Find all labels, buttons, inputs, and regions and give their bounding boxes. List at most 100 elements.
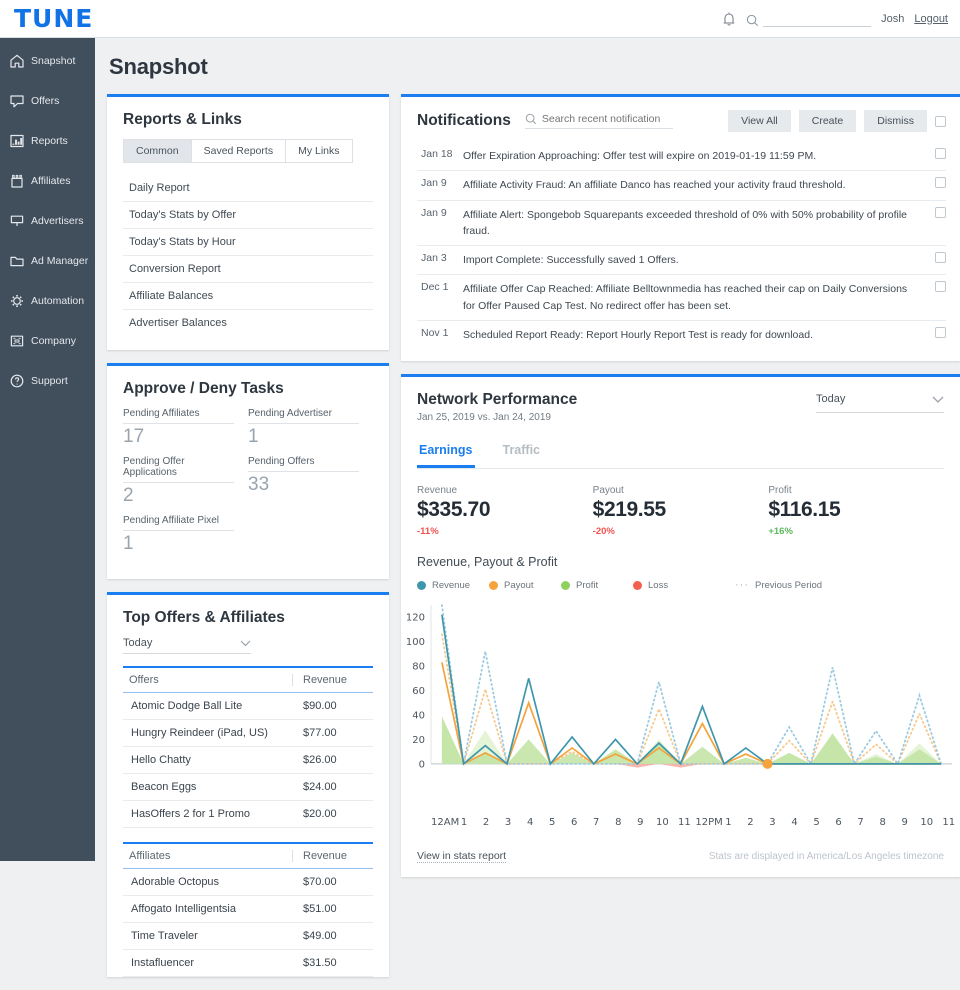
row-revenue: $26.00: [303, 754, 337, 766]
tune-logo[interactable]: TUNE: [0, 6, 95, 31]
table-row[interactable]: Atomic Dodge Ball Lite $90.00: [123, 693, 373, 720]
x-tick-label: 5: [548, 817, 556, 829]
report-link[interactable]: Affiliate Balances: [123, 283, 373, 310]
dotted-line-icon: ···: [735, 579, 749, 592]
reports-tab-my-links[interactable]: My Links: [285, 139, 353, 163]
main-content: Snapshot Reports & Links Common Saved Rep…: [95, 38, 960, 977]
network-performance-subtitle: Jan 25, 2019 vs. Jan 24, 2019: [417, 412, 551, 424]
sidebar-item-affiliates[interactable]: Affiliates: [0, 166, 95, 196]
x-tick-label: 1: [460, 817, 468, 829]
network-performance-card: Network Performance Jan 25, 2019 vs. Jan…: [401, 374, 960, 878]
notification-checkbox[interactable]: [935, 252, 946, 264]
notifications-title: Notifications: [417, 112, 511, 129]
sidebar-item-ad-manager[interactable]: Ad Manager: [0, 246, 95, 276]
x-tick-label: 7: [857, 817, 864, 829]
network-performance-period-select[interactable]: Today: [816, 391, 944, 414]
pending-stat[interactable]: Pending Offers 33: [248, 456, 373, 513]
sidebar-item-offers[interactable]: Offers: [0, 86, 95, 116]
kpi-delta: +16%: [768, 526, 793, 538]
affiliates-table-header: Affiliates Revenue: [123, 842, 373, 869]
notification-row[interactable]: Jan 9 Affiliate Alert: Spongebob Squarepa…: [417, 201, 946, 247]
sidebar-item-label: Affiliates: [31, 175, 71, 187]
row-name: Hungry Reindeer (iPad, US): [131, 727, 268, 739]
table-row[interactable]: HasOffers 2 for 1 Promo $20.00: [123, 801, 373, 828]
x-tick-label: 11: [942, 817, 956, 829]
sidebar-item-label: Snapshot: [31, 55, 76, 67]
notification-row[interactable]: Jan 9 Affiliate Activity Fraud: An affili…: [417, 171, 946, 201]
pending-stat[interactable]: Pending Offer Applications 2: [123, 456, 248, 513]
sidebar-item-support[interactable]: Support: [0, 366, 95, 396]
sidebar-item-snapshot[interactable]: Snapshot: [0, 46, 95, 76]
create-button[interactable]: Create: [798, 110, 857, 132]
logout-link[interactable]: Logout: [914, 13, 948, 25]
notification-text: Offer Expiration Approaching: Offer test…: [463, 150, 817, 162]
notification-row[interactable]: Dec 1 Affiliate Offer Cap Reached: Affili…: [417, 275, 946, 321]
notification-checkbox[interactable]: [935, 177, 946, 189]
table-row[interactable]: Hungry Reindeer (iPad, US) $77.00: [123, 720, 373, 747]
reports-tab-common[interactable]: Common: [123, 139, 192, 163]
sidebar: Snapshot Offers Reports Affiliates Advertise…: [0, 38, 95, 861]
notification-row[interactable]: Nov 1 Scheduled Report Ready: Report Hour…: [417, 321, 946, 349]
row-revenue: $20.00: [303, 808, 337, 820]
sidebar-item-advertisers[interactable]: Advertisers: [0, 206, 95, 236]
notification-checkbox[interactable]: [935, 148, 946, 159]
sidebar-item-label: Reports: [31, 135, 68, 147]
report-link[interactable]: Today's Stats by Hour: [123, 229, 373, 256]
pending-stat-label: Pending Affiliate Pixel: [123, 515, 234, 531]
notification-checkbox[interactable]: [935, 206, 946, 218]
table-row[interactable]: Time Traveler $49.00: [123, 923, 373, 950]
dismiss-button[interactable]: Dismiss: [864, 110, 927, 132]
sidebar-item-reports[interactable]: Reports: [0, 126, 95, 156]
view-all-button[interactable]: View All: [728, 110, 791, 132]
pending-stat[interactable]: Pending Advertiser 1: [248, 408, 373, 454]
select-all-checkbox[interactable]: [935, 115, 946, 127]
network-performance-title: Network Performance: [417, 391, 578, 409]
notification-row[interactable]: Jan 3 Import Complete: Successfully saved…: [417, 246, 946, 276]
notification-checkbox[interactable]: [935, 326, 946, 338]
notification-date: Jan 9: [421, 206, 447, 219]
table-row[interactable]: Affogato Intelligentsia $51.00: [123, 896, 373, 923]
notifications-bell-icon[interactable]: [722, 11, 736, 27]
table-row[interactable]: Adorable Octopus $70.00: [123, 869, 373, 896]
right-column: Notifications View All Create Dismiss: [401, 94, 960, 890]
top-offers-title: Top Offers & Affiliates: [123, 609, 285, 626]
kpi-value: $219.55: [592, 498, 667, 522]
pending-stat[interactable]: Pending Affiliates 17: [123, 408, 248, 454]
row-revenue: $51.00: [303, 903, 337, 915]
legend-color-dot: [633, 580, 642, 590]
table-row[interactable]: Beacon Eggs $24.00: [123, 774, 373, 801]
report-link[interactable]: Today's Stats by Offer: [123, 202, 373, 229]
report-link[interactable]: Conversion Report: [123, 256, 373, 283]
view-in-stats-report-link[interactable]: View in stats report: [417, 850, 507, 864]
global-search[interactable]: [746, 10, 872, 27]
tab-earnings[interactable]: Earnings: [417, 437, 475, 469]
top-bar: TUNE Josh Logout: [0, 0, 960, 38]
network-performance-header: Network Performance Jan 25, 2019 vs. Jan…: [401, 377, 960, 423]
x-tick-label: 4: [791, 817, 798, 829]
table-row[interactable]: Instafluencer $31.50: [123, 950, 373, 977]
svg-text:0: 0: [419, 760, 425, 771]
notification-search-input[interactable]: [541, 113, 662, 125]
revenue-payout-profit-chart[interactable]: 0 20 40 60 80 100 120: [401, 597, 960, 815]
pending-stat[interactable]: Pending Affiliate Pixel 1: [123, 515, 248, 561]
reports-tab-saved-reports[interactable]: Saved Reports: [190, 139, 287, 163]
sidebar-item-automation[interactable]: Automation: [0, 286, 95, 316]
top-offers-period-select[interactable]: Today: [123, 637, 251, 654]
row-revenue: $90.00: [303, 700, 337, 712]
search-input[interactable]: [763, 10, 872, 27]
table-row[interactable]: Hello Chatty $26.00: [123, 747, 373, 774]
notification-search[interactable]: [524, 113, 673, 129]
notification-actions: View All Create Dismiss: [728, 110, 946, 132]
x-tick-label: 7: [593, 817, 600, 829]
report-link[interactable]: Advertiser Balances: [123, 310, 373, 336]
svg-text:20: 20: [412, 735, 425, 746]
report-link[interactable]: Daily Report: [123, 175, 373, 202]
notification-row[interactable]: Jan 18 Offer Expiration Approaching: Offe…: [417, 142, 946, 172]
pending-stat-value: 1: [248, 426, 259, 447]
notification-checkbox[interactable]: [935, 281, 946, 293]
chart-legend: Revenue Payout Profit Loss ··· Previous Perio…: [401, 569, 960, 591]
sidebar-item-company[interactable]: Company: [0, 326, 95, 356]
tab-traffic[interactable]: Traffic: [501, 437, 543, 468]
kpi-label: Payout: [592, 485, 624, 497]
offers-table-header: Offers Revenue: [123, 666, 373, 693]
